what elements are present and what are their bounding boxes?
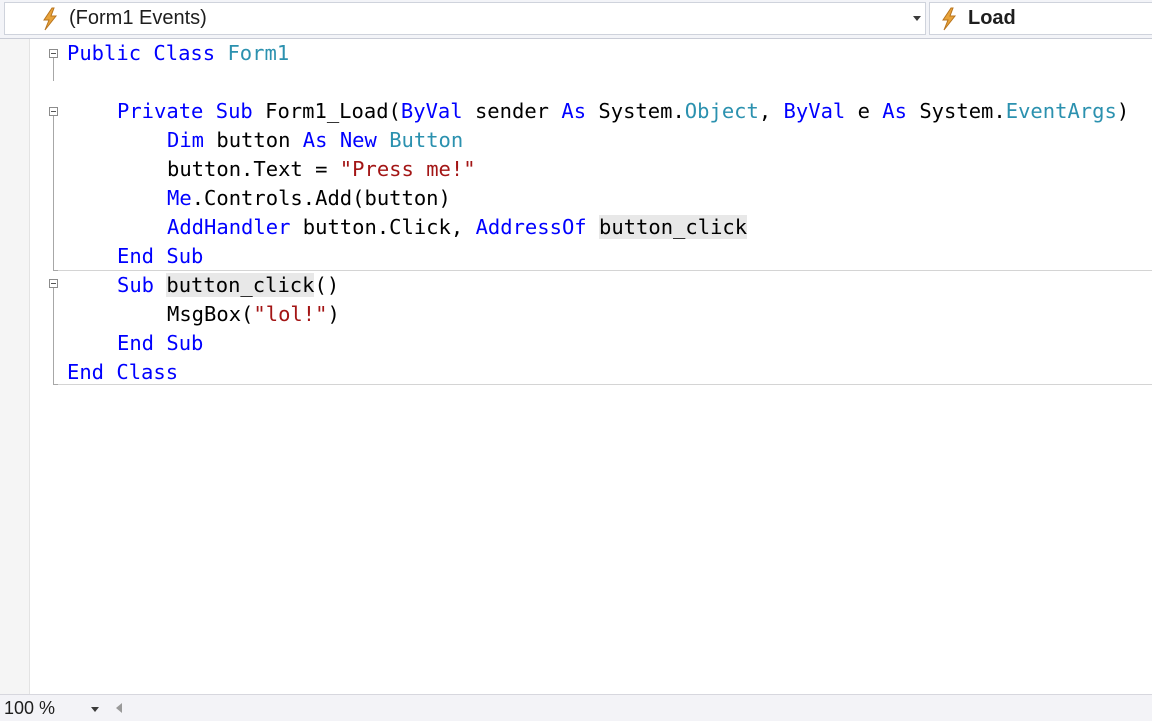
collapse-button-click-icon[interactable] (49, 279, 58, 288)
editor-margin (0, 39, 30, 694)
lightning-bolt-icon (43, 7, 58, 30)
code-navigation-bar: (Form1 Events) Load (0, 0, 1152, 39)
code-line-7[interactable]: AddHandler button.Click, AddressOf butto… (167, 213, 748, 242)
code-line-4[interactable]: Dim button As New Button (167, 126, 463, 155)
code-line-9[interactable]: Sub button_click() (117, 271, 339, 300)
chevron-down-icon[interactable] (91, 707, 99, 712)
outline-line (53, 58, 54, 81)
highlighted-reference: button_click (166, 273, 315, 297)
scroll-left-arrow-icon[interactable] (116, 703, 122, 713)
procedure-separator (58, 384, 1152, 385)
code-line-1[interactable]: Public Class Form1 (67, 39, 289, 68)
zoom-dropdown[interactable]: 100 % (0, 697, 103, 719)
outline-line (53, 116, 54, 270)
object-selector-dropdown[interactable]: (Form1 Events) (4, 2, 926, 35)
code-line-8[interactable]: End Sub (117, 242, 203, 271)
collapse-class-icon[interactable] (49, 49, 58, 58)
member-selector-label: Load (968, 7, 1016, 29)
code-editor[interactable]: Public Class Form1 Private Sub Form1_Loa… (0, 39, 1152, 694)
code-line-5[interactable]: button.Text = "Press me!" (167, 155, 476, 184)
outline-line (53, 288, 54, 384)
highlighted-reference: button_click (599, 215, 748, 239)
code-line-12[interactable]: End Class (67, 358, 178, 387)
collapse-form1-load-icon[interactable] (49, 107, 58, 116)
member-selector-dropdown[interactable]: Load (929, 2, 1152, 35)
code-line-3[interactable]: Private Sub Form1_Load(ByVal sender As S… (117, 97, 1129, 126)
code-line-10[interactable]: MsgBox("lol!") (167, 300, 340, 329)
code-line-6[interactable]: Me.Controls.Add(button) (167, 184, 451, 213)
editor-bottom-bar: 100 % (0, 694, 1152, 721)
code-line-11[interactable]: End Sub (117, 329, 203, 358)
lightning-bolt-icon (942, 7, 957, 30)
chevron-down-icon[interactable] (913, 16, 921, 21)
zoom-level: 100 % (4, 697, 56, 718)
object-selector-label: (Form1 Events) (69, 7, 207, 29)
